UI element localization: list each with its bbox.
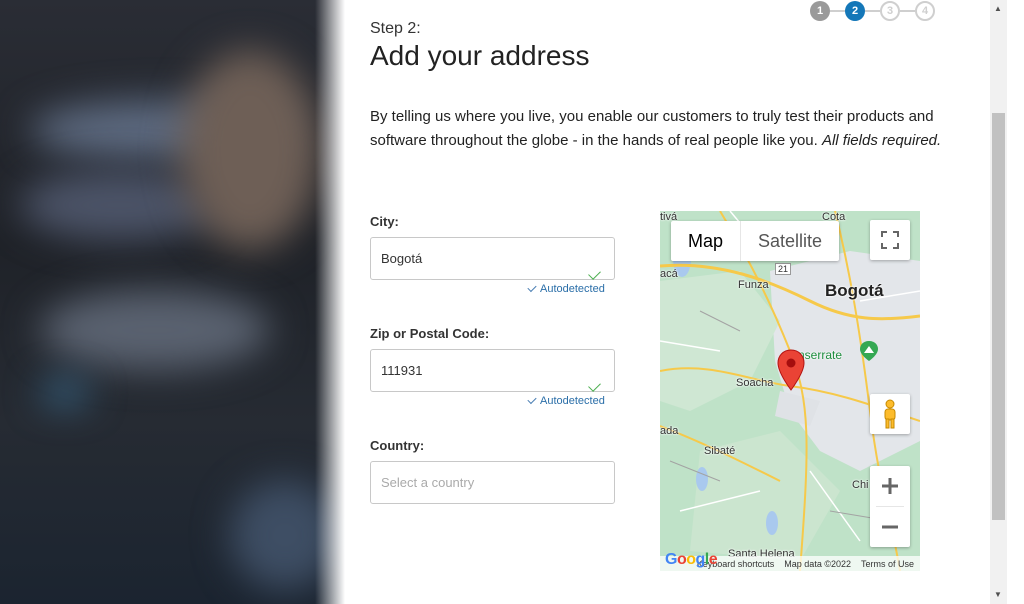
street-view-button[interactable] — [870, 394, 910, 434]
plus-icon — [882, 478, 898, 494]
zip-input[interactable]: 111931 — [370, 349, 615, 392]
step-label: Step 2: — [370, 20, 421, 37]
step-2: 2 — [845, 1, 865, 21]
country-placeholder: Select a country — [381, 475, 475, 490]
map-label-soacha: Soacha — [736, 377, 774, 389]
check-icon — [527, 394, 537, 405]
scroll-thumb[interactable] — [992, 113, 1005, 520]
zip-autodetected: Autodetected — [527, 394, 605, 407]
city-input[interactable]: Bogotá — [370, 237, 615, 280]
map-label-bogota: Bogotá — [825, 281, 884, 300]
fullscreen-icon — [881, 231, 899, 249]
scroll-down-arrow-icon[interactable]: ▼ — [994, 590, 1002, 599]
zip-label: Zip or Postal Code: — [370, 326, 490, 341]
city-label: City: — [370, 214, 399, 229]
location-pin-icon[interactable] — [777, 349, 805, 391]
zoom-in-button[interactable] — [881, 466, 899, 506]
map-widget[interactable]: tivá Cota acá 21 Funza Bogotá nserrate S… — [660, 211, 920, 571]
map-label-ada: ada — [660, 425, 679, 437]
map-label-chi: Chi — [852, 479, 869, 491]
route-21-badge: 21 — [775, 263, 792, 275]
map-label-funza: Funza — [738, 279, 769, 291]
terms-of-use-link[interactable]: Terms of Use — [861, 559, 914, 569]
check-icon — [527, 282, 537, 293]
map-label-sibate: Sibaté — [704, 445, 736, 457]
map-type-map-button[interactable]: Map — [671, 221, 742, 261]
window-edge — [1007, 0, 1024, 604]
country-label: Country: — [370, 438, 425, 453]
check-icon — [588, 267, 601, 280]
pegman-icon — [884, 399, 896, 429]
country-select[interactable]: Select a country — [370, 461, 615, 504]
map-type-control: Map Satellite — [671, 221, 840, 261]
map-label-aca: acá — [660, 268, 678, 280]
page-title: Add your address — [370, 40, 590, 71]
park-marker-icon — [860, 341, 878, 361]
city-autodetected: Autodetected — [527, 282, 605, 295]
city-status-text: Autodetected — [540, 283, 605, 295]
map-data-text: Map data ©2022 — [784, 558, 851, 569]
intro-text: By telling us where you live, you enable… — [370, 105, 960, 153]
zip-status-text: Autodetected — [540, 395, 605, 407]
fullscreen-button[interactable] — [870, 220, 910, 260]
step-3: 3 — [880, 1, 900, 21]
step-1: 1 — [810, 1, 830, 21]
page-scrollbar[interactable]: ▲ ▼ — [990, 0, 1007, 604]
scroll-up-arrow-icon[interactable]: ▲ — [994, 4, 1002, 13]
step-4: 4 — [915, 1, 935, 21]
zoom-control — [870, 466, 910, 547]
progress-stepper: 1 2 3 4 — [810, 1, 935, 21]
zoom-out-button[interactable] — [881, 507, 899, 547]
zip-value: 111931 — [381, 363, 423, 378]
city-value: Bogotá — [381, 251, 423, 266]
map-type-satellite-button[interactable]: Satellite — [741, 221, 839, 261]
google-logo: Google — [665, 551, 718, 568]
intro-emphasis: All fields required. — [821, 132, 942, 149]
background-photo — [0, 0, 345, 604]
minus-icon — [882, 525, 898, 529]
check-icon — [588, 379, 601, 392]
